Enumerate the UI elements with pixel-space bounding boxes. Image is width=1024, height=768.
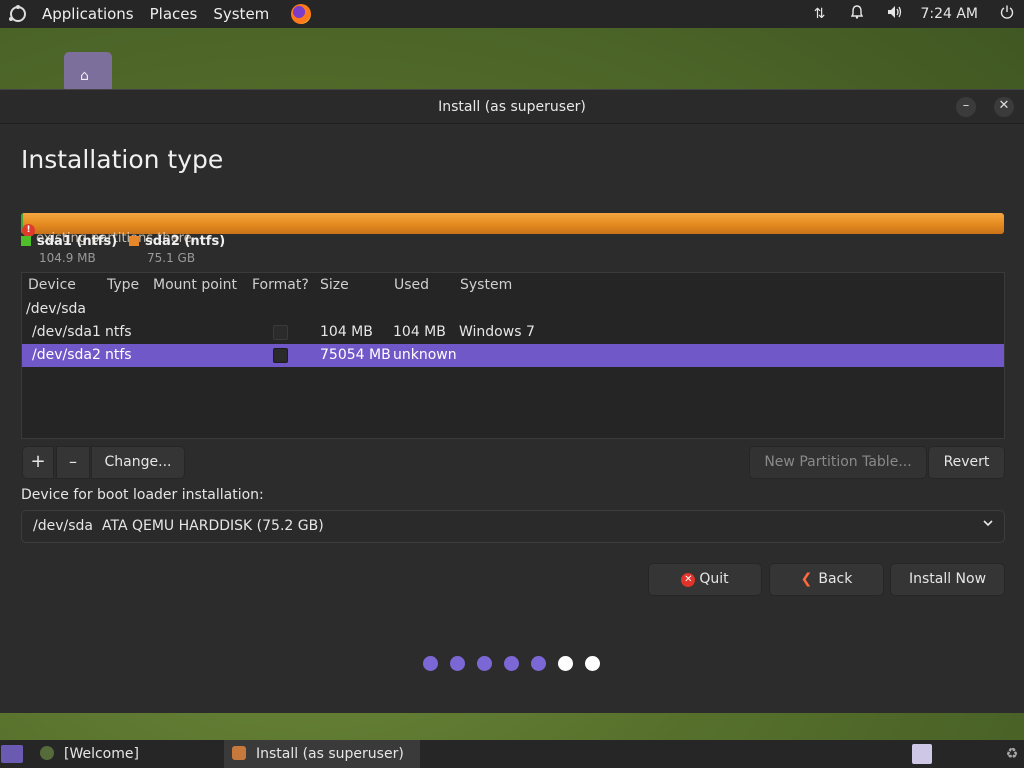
quit-label: Quit (699, 571, 729, 587)
bottom-taskbar: [Welcome] Install (as superuser) ♻ (0, 740, 1024, 768)
back-button[interactable]: ❮ Back (769, 563, 884, 596)
step-dot-complete (531, 656, 546, 671)
table-row-disk[interactable]: /dev/sda (22, 298, 1004, 321)
col-mount[interactable]: Mount point (153, 277, 237, 293)
workspace-switcher[interactable] (912, 740, 936, 768)
ubuntu-logo-icon[interactable] (9, 5, 26, 22)
step-dot-pending (585, 656, 600, 671)
step-dot-complete (477, 656, 492, 671)
new-partition-table-button[interactable]: New Partition Table... (749, 446, 927, 479)
volume-icon[interactable] (876, 5, 914, 23)
cell-device: /dev/sda (26, 301, 86, 317)
home-folder-icon[interactable]: ⌂ (64, 52, 112, 92)
cell-size: 75054 MB (320, 347, 391, 363)
installer-app-icon (232, 746, 246, 760)
clock[interactable]: 7:24 AM (914, 6, 990, 22)
cell-used: 104 MB (393, 324, 446, 340)
task-label: Install (as superuser) (256, 746, 404, 762)
col-used[interactable]: Used (394, 277, 429, 293)
col-format[interactable]: Format? (252, 277, 309, 293)
remove-partition-button[interactable]: – (56, 446, 90, 479)
change-partition-button[interactable]: Change... (91, 446, 185, 479)
col-device[interactable]: Device (28, 277, 76, 293)
quit-button[interactable]: ✕ Quit (648, 563, 762, 596)
legend-name: sda2 (ntfs) (145, 234, 226, 249)
minimize-button[interactable]: – (956, 97, 976, 117)
legend-swatch-sda1 (21, 236, 31, 246)
menu-applications[interactable]: Applications (34, 5, 142, 23)
install-now-button[interactable]: Install Now (890, 563, 1005, 596)
boot-device-description: ATA QEMU HARDDISK (75.2 GB) (102, 518, 324, 534)
format-checkbox[interactable] (273, 348, 288, 363)
top-panel: Applications Places System ⇅ 7:24 AM (0, 0, 1024, 28)
menu-system[interactable]: System (205, 5, 277, 23)
col-system[interactable]: System (460, 277, 512, 293)
system-tray: ⇅ 7:24 AM (800, 0, 1024, 28)
bell-icon[interactable] (838, 5, 876, 23)
cell-device: /dev/sda1 (32, 324, 101, 340)
menu-places[interactable]: Places (142, 5, 206, 23)
show-desktop-button[interactable] (0, 740, 24, 768)
legend-swatch-sda2 (129, 236, 139, 246)
firefox-icon[interactable] (291, 4, 312, 24)
col-size[interactable]: Size (320, 277, 349, 293)
close-button[interactable]: ✕ (994, 97, 1014, 117)
boot-loader-label: Device for boot loader installation: (21, 487, 264, 503)
back-label: Back (818, 571, 853, 587)
network-icon[interactable]: ⇅ (800, 6, 838, 22)
legend-size: 104.9 MB (39, 251, 96, 265)
table-header: Device Type Mount point Format? Size Use… (22, 273, 1004, 297)
boot-device: /dev/sda (33, 518, 93, 534)
workspace-icon (912, 744, 932, 764)
home-icon: ⌂ (80, 68, 89, 84)
step-dot-complete (423, 656, 438, 671)
window-titlebar[interactable]: Install (as superuser) – ✕ (0, 90, 1024, 124)
table-row[interactable]: /dev/sda2 ntfs 75054 MB unknown (22, 344, 1004, 367)
step-dot-pending (558, 656, 573, 671)
task-label: [Welcome] (64, 746, 139, 762)
cell-system: Windows 7 (459, 324, 535, 340)
welcome-app-icon (40, 746, 54, 760)
add-partition-button[interactable]: + (22, 446, 54, 479)
boot-loader-dropdown[interactable]: /dev/sda ATA QEMU HARDDISK (75.2 GB) (21, 510, 1005, 543)
col-type[interactable]: Type (107, 277, 139, 293)
cell-type: ntfs (105, 347, 132, 363)
power-icon[interactable] (990, 5, 1024, 23)
main-menu: Applications Places System (34, 0, 285, 28)
legend-name: sda1 (ntfs) (37, 234, 118, 249)
step-dot-complete (450, 656, 465, 671)
cell-used: unknown (393, 347, 457, 363)
trash-icon[interactable]: ♻ (1000, 740, 1024, 768)
revert-button[interactable]: Revert (928, 446, 1005, 479)
cell-device: /dev/sda2 (32, 347, 101, 363)
cell-size: 104 MB (320, 324, 373, 340)
partition-table[interactable]: Device Type Mount point Format? Size Use… (21, 272, 1005, 439)
taskbar-item-installer[interactable]: Install (as superuser) (224, 740, 420, 768)
page-title: Installation type (21, 145, 224, 174)
step-dot-complete (504, 656, 519, 671)
legend-sda2: sda2 (ntfs) 75.1 GB (129, 234, 226, 265)
legend-size: 75.1 GB (147, 251, 196, 265)
chevron-left-icon: ❮ (800, 571, 813, 587)
cell-type: ntfs (105, 324, 132, 340)
close-circle-icon: ✕ (681, 573, 696, 587)
legend-sda1: sda1 (ntfs) 104.9 MB (21, 234, 118, 265)
installer-window: Install (as superuser) – ✕ Installation … (0, 89, 1024, 713)
table-row[interactable]: /dev/sda1 ntfs 104 MB 104 MB Windows 7 (22, 321, 1004, 344)
desktop-icon (1, 745, 23, 763)
window-title: Install (as superuser) (438, 99, 586, 115)
chevron-down-icon (982, 517, 994, 533)
format-checkbox[interactable] (273, 325, 288, 340)
taskbar-item-welcome[interactable]: [Welcome] (30, 740, 220, 768)
step-indicator (423, 656, 612, 671)
